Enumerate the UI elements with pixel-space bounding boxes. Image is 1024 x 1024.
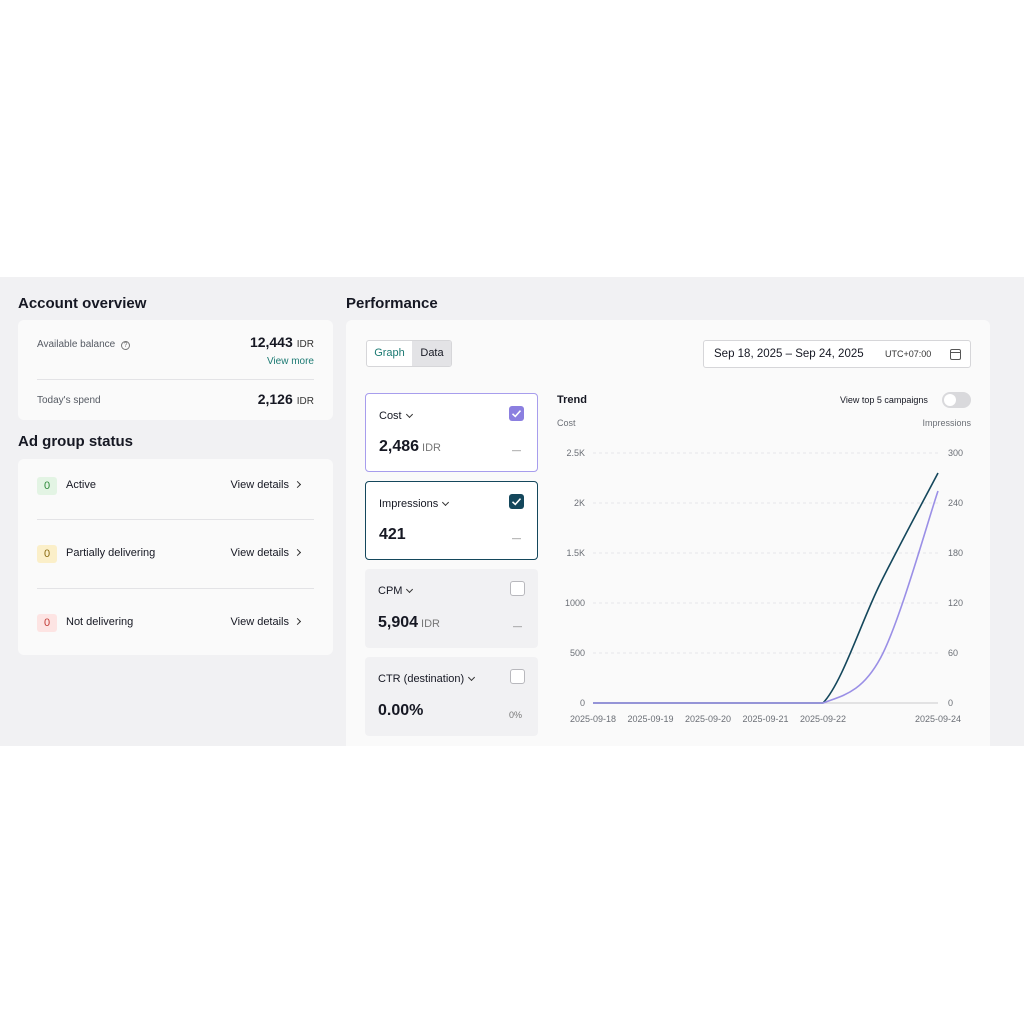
trend-chart: Cost Impressions 0 0 500 60 1000 120 1.5K 180 2K 24… [557, 418, 972, 724]
chevron-down-icon [442, 498, 450, 507]
todays-spend-unit: IDR [296, 396, 314, 407]
chevron-right-icon [293, 548, 302, 557]
y-left-tick-label: 1000 [565, 598, 585, 608]
not-delivering-count-badge: 0 [37, 614, 57, 632]
account-overview-title: Account overview [18, 295, 147, 312]
y-left-tick-label: 2.5K [566, 448, 585, 458]
divider [37, 519, 314, 520]
x-tick-label: 2025-09-18 [570, 714, 616, 724]
series-line-impressions [592, 472, 939, 704]
metric-value-ctr: 0.00% [378, 702, 424, 719]
help-icon[interactable]: ? [121, 341, 130, 350]
status-label-partially-delivering: Partially delivering [66, 547, 156, 559]
view-details-partially-delivering[interactable]: View details [231, 547, 302, 559]
x-tick-label: 2025-09-19 [627, 714, 673, 724]
y-left-tick-label: 500 [570, 648, 585, 658]
available-balance-unit: IDR [296, 339, 314, 350]
top-campaigns-toggle-label: View top 5 campaigns [840, 395, 928, 405]
status-label-not-delivering: Not delivering [66, 616, 134, 628]
ad-group-status-card: 0 Active View details 0 Partially delive… [18, 459, 333, 655]
metric-checkbox-cpm[interactable] [510, 581, 525, 596]
metric-name-cpm[interactable]: CPM [378, 585, 414, 597]
x-tick-label: 2025-09-22 [800, 714, 846, 724]
series-line-cost [592, 490, 939, 704]
metric-change-impressions: — [512, 533, 521, 543]
available-balance-amount: 12,443 IDR [250, 334, 314, 352]
y-right-tick-label: 0 [948, 698, 953, 708]
y-right-tick-label: 120 [948, 598, 963, 608]
todays-spend-amount: 2,126 IDR [258, 391, 314, 409]
dashboard-band: Account overview Available balance ? 12,… [0, 277, 1024, 746]
metric-value-impressions: 421 [379, 526, 406, 543]
metric-name-ctr[interactable]: CTR (destination) [378, 673, 476, 685]
chevron-right-icon [293, 480, 302, 489]
todays-spend-label: Today's spend [37, 395, 101, 406]
metric-card-ctr[interactable]: CTR (destination) 0.00% 0% [365, 657, 538, 736]
y-left-tick-label: 0 [580, 698, 585, 708]
view-details-active[interactable]: View details [231, 479, 302, 491]
metric-card-cost[interactable]: Cost 2,486 IDR — [365, 393, 538, 472]
y-right-tick-label: 300 [948, 448, 963, 458]
view-tabs: Graph Data [366, 340, 452, 367]
x-tick-label: 2025-09-24 [915, 714, 961, 724]
tab-data[interactable]: Data [412, 341, 451, 366]
chevron-right-icon [293, 617, 302, 626]
metric-name-impressions[interactable]: Impressions [379, 498, 450, 510]
divider [37, 379, 314, 380]
performance-card: Graph Data Sep 18, 2025 – Sep 24, 2025 U… [346, 320, 990, 746]
account-overview-card: Available balance ? 12,443 IDR View more … [18, 320, 333, 420]
check-icon [511, 498, 522, 506]
divider [37, 588, 314, 589]
metric-card-impressions[interactable]: Impressions 421 — [365, 481, 538, 560]
metric-change-ctr: 0% [508, 710, 522, 720]
status-label-active: Active [66, 479, 96, 491]
available-balance-value: 12,443 [249, 334, 293, 350]
chevron-down-icon [406, 585, 414, 594]
y-left-tick-label: 1.5K [566, 548, 585, 558]
metric-card-cpm[interactable]: CPM 5,904 IDR — [365, 569, 538, 648]
tab-graph[interactable]: Graph [367, 341, 412, 366]
metric-checkbox-impressions[interactable] [509, 494, 524, 509]
view-details-not-delivering[interactable]: View details [231, 616, 302, 628]
metric-value-cost: 2,486 IDR [379, 438, 441, 455]
y-right-tick-label: 60 [948, 648, 958, 658]
timezone-text: UTC+07:00 [885, 349, 932, 359]
partially-delivering-count-badge: 0 [37, 545, 57, 563]
trend-title: Trend [557, 394, 587, 406]
available-balance-label: Available balance ? [37, 339, 130, 350]
metric-checkbox-cost[interactable] [509, 406, 524, 421]
metric-checkbox-ctr[interactable] [510, 669, 525, 684]
todays-spend-value: 2,126 [257, 391, 293, 407]
date-range-picker[interactable]: Sep 18, 2025 – Sep 24, 2025 UTC+07:00 [703, 340, 971, 368]
chevron-down-icon [405, 410, 413, 419]
metric-name-cost[interactable]: Cost [379, 410, 413, 422]
toggle-knob [944, 394, 956, 406]
top-campaigns-toggle[interactable] [942, 392, 971, 408]
calendar-icon [950, 349, 961, 360]
ad-group-status-title: Ad group status [18, 433, 133, 450]
y-axis-left-title: Cost [557, 418, 576, 428]
date-range-text: Sep 18, 2025 – Sep 24, 2025 [714, 348, 864, 360]
check-icon [511, 410, 522, 418]
performance-title: Performance [346, 295, 438, 312]
y-right-tick-label: 180 [948, 548, 963, 558]
view-more-link[interactable]: View more [267, 356, 314, 367]
active-count-badge: 0 [37, 477, 57, 495]
y-axis-right-title: Impressions [922, 418, 971, 428]
y-left-tick-label: 2K [574, 498, 585, 508]
metric-change-cpm: — [513, 621, 522, 631]
metric-change-cost: — [512, 445, 521, 455]
x-tick-label: 2025-09-20 [685, 714, 731, 724]
x-tick-label: 2025-09-21 [742, 714, 788, 724]
y-right-tick-label: 240 [948, 498, 963, 508]
chevron-down-icon [468, 673, 476, 682]
metric-value-cpm: 5,904 IDR [378, 614, 440, 631]
